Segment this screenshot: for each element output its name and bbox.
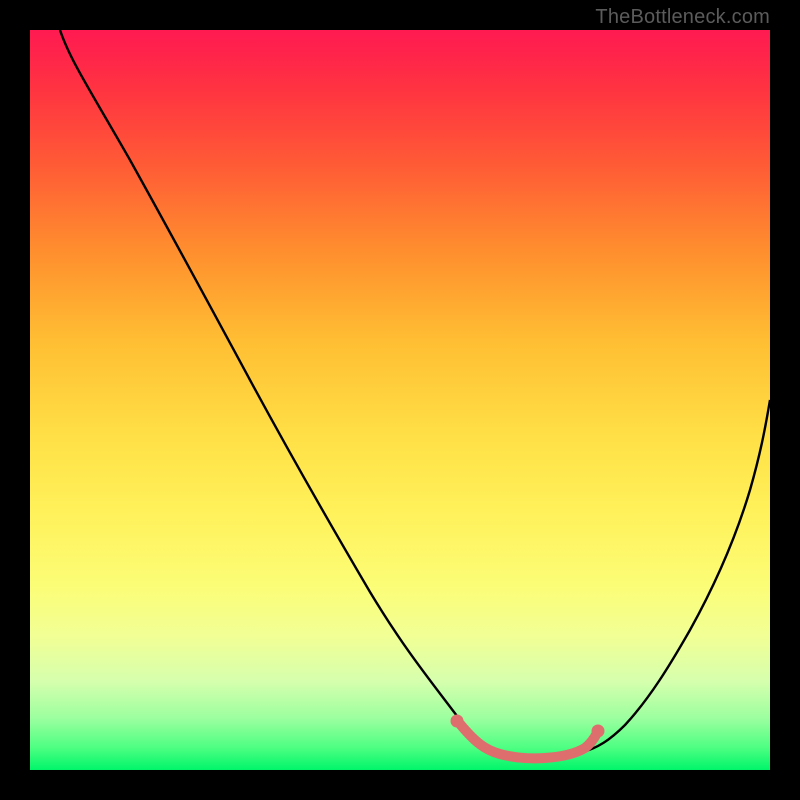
watermark-text: TheBottleneck.com — [595, 6, 770, 29]
chart-frame: TheBottleneck.com — [0, 0, 800, 800]
left-knee-dot — [451, 715, 464, 728]
right-knee-dot — [592, 725, 605, 738]
highlighted-minimum — [460, 724, 597, 758]
plot-gradient-background — [30, 30, 770, 770]
bottleneck-curve — [60, 30, 770, 758]
curve-layer — [30, 30, 770, 770]
